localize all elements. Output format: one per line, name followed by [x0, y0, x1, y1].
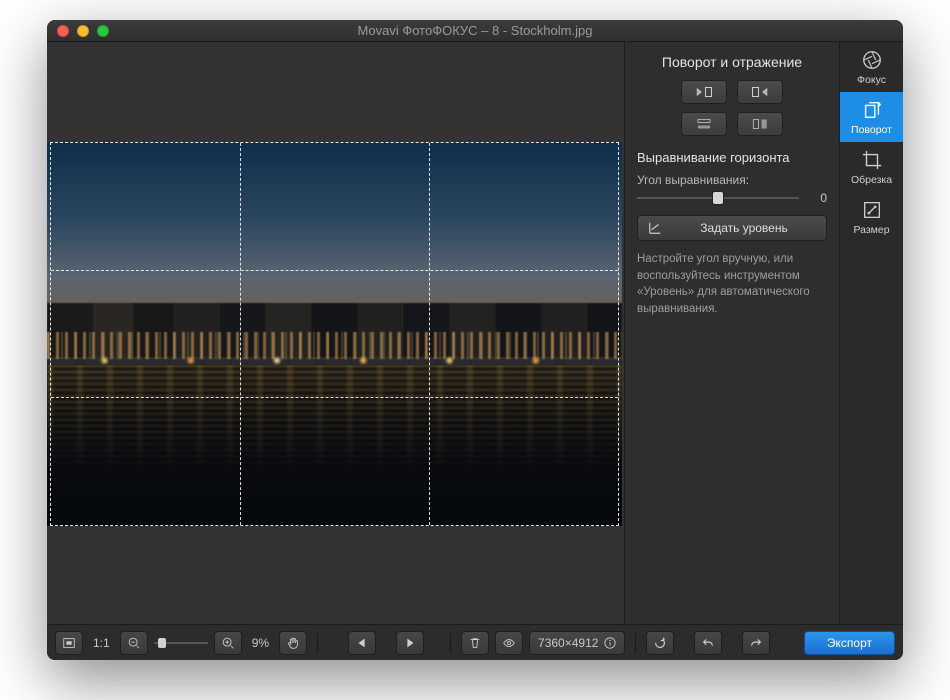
tool-rotate[interactable]: Поворот [840, 92, 903, 142]
fit-screen-icon [62, 636, 76, 650]
rotate-icon [861, 99, 883, 121]
prev-image-button[interactable] [348, 631, 376, 655]
rotate-left-icon [695, 85, 713, 99]
eye-icon [502, 636, 516, 650]
undo-icon [701, 636, 715, 650]
rotate-right-icon [751, 85, 769, 99]
delete-button[interactable] [461, 631, 489, 655]
crop-grid-overlay[interactable] [50, 142, 619, 526]
reset-icon [653, 636, 667, 650]
flip-row [637, 112, 827, 136]
rotate-row [637, 80, 827, 104]
resize-icon [861, 199, 883, 221]
zoom-out-icon [127, 636, 141, 650]
hint-text: Настройте угол вручную, или воспользуйте… [637, 251, 827, 318]
zoom-window-button[interactable] [97, 25, 109, 37]
flip-horizontal-icon [751, 117, 769, 131]
redo-icon [749, 636, 763, 650]
export-button[interactable]: Экспорт [804, 631, 895, 655]
flip-vertical-icon [695, 117, 713, 131]
level-icon [648, 221, 662, 235]
zoom-out-button[interactable] [120, 631, 148, 655]
angle-label: Угол выравнивания: [637, 173, 827, 187]
flip-vertical-button[interactable] [681, 112, 727, 136]
tool-crop-label: Обрезка [851, 174, 892, 186]
tool-sidebar: Фокус Поворот Обрезка Размер [839, 42, 903, 624]
crop-icon [861, 149, 883, 171]
app-body: Поворот и отражение Выравнивание горизон… [47, 42, 903, 624]
tool-focus-label: Фокус [857, 74, 886, 86]
tool-rotate-label: Поворот [851, 124, 892, 136]
titlebar: Movavi ФотоФОКУС – 8 - Stockholm.jpg [47, 20, 903, 42]
bottom-toolbar: 1:1 9% [47, 624, 903, 660]
canvas-area[interactable] [47, 42, 624, 624]
zoom-in-button[interactable] [214, 631, 242, 655]
actual-size-button[interactable]: 1:1 [89, 636, 114, 650]
horizon-heading: Выравнивание горизонта [637, 150, 827, 165]
compare-button[interactable] [495, 631, 523, 655]
undo-button[interactable] [694, 631, 722, 655]
window-title: Movavi ФотоФОКУС – 8 - Stockholm.jpg [47, 23, 903, 38]
set-level-button[interactable]: Задать уровень [637, 215, 827, 241]
tool-resize-label: Размер [853, 224, 889, 236]
close-window-button[interactable] [57, 25, 69, 37]
redo-button[interactable] [742, 631, 770, 655]
angle-slider[interactable] [637, 192, 799, 204]
rotate-right-button[interactable] [737, 80, 783, 104]
aperture-icon [861, 49, 883, 71]
reset-button[interactable] [646, 631, 674, 655]
set-level-label: Задать уровень [672, 221, 816, 235]
flip-horizontal-button[interactable] [737, 112, 783, 136]
image-dimensions: 7360×4912 [529, 631, 625, 655]
window-controls [57, 25, 109, 37]
settings-panel: Поворот и отражение Выравнивание горизон… [624, 42, 839, 624]
zoom-in-icon [221, 636, 235, 650]
tool-focus[interactable]: Фокус [840, 42, 903, 92]
trash-icon [468, 636, 482, 650]
info-icon[interactable] [604, 637, 616, 649]
fit-screen-button[interactable] [55, 631, 83, 655]
minimize-window-button[interactable] [77, 25, 89, 37]
app-window: Movavi ФотоФОКУС – 8 - Stockholm.jpg Пов… [47, 20, 903, 660]
next-image-button[interactable] [396, 631, 424, 655]
rotate-flip-heading: Поворот и отражение [637, 54, 827, 70]
rotate-left-button[interactable] [681, 80, 727, 104]
tool-crop[interactable]: Обрезка [840, 142, 903, 192]
triangle-left-icon [355, 636, 369, 650]
dimensions-text: 7360×4912 [538, 636, 598, 650]
angle-value: 0 [807, 191, 827, 205]
zoom-slider[interactable] [154, 637, 208, 649]
hand-icon [286, 636, 300, 650]
tool-resize[interactable]: Размер [840, 192, 903, 242]
angle-slider-row: 0 [637, 191, 827, 205]
export-label: Экспорт [827, 636, 872, 650]
triangle-right-icon [403, 636, 417, 650]
pan-tool-button[interactable] [279, 631, 307, 655]
zoom-percent: 9% [248, 636, 273, 650]
